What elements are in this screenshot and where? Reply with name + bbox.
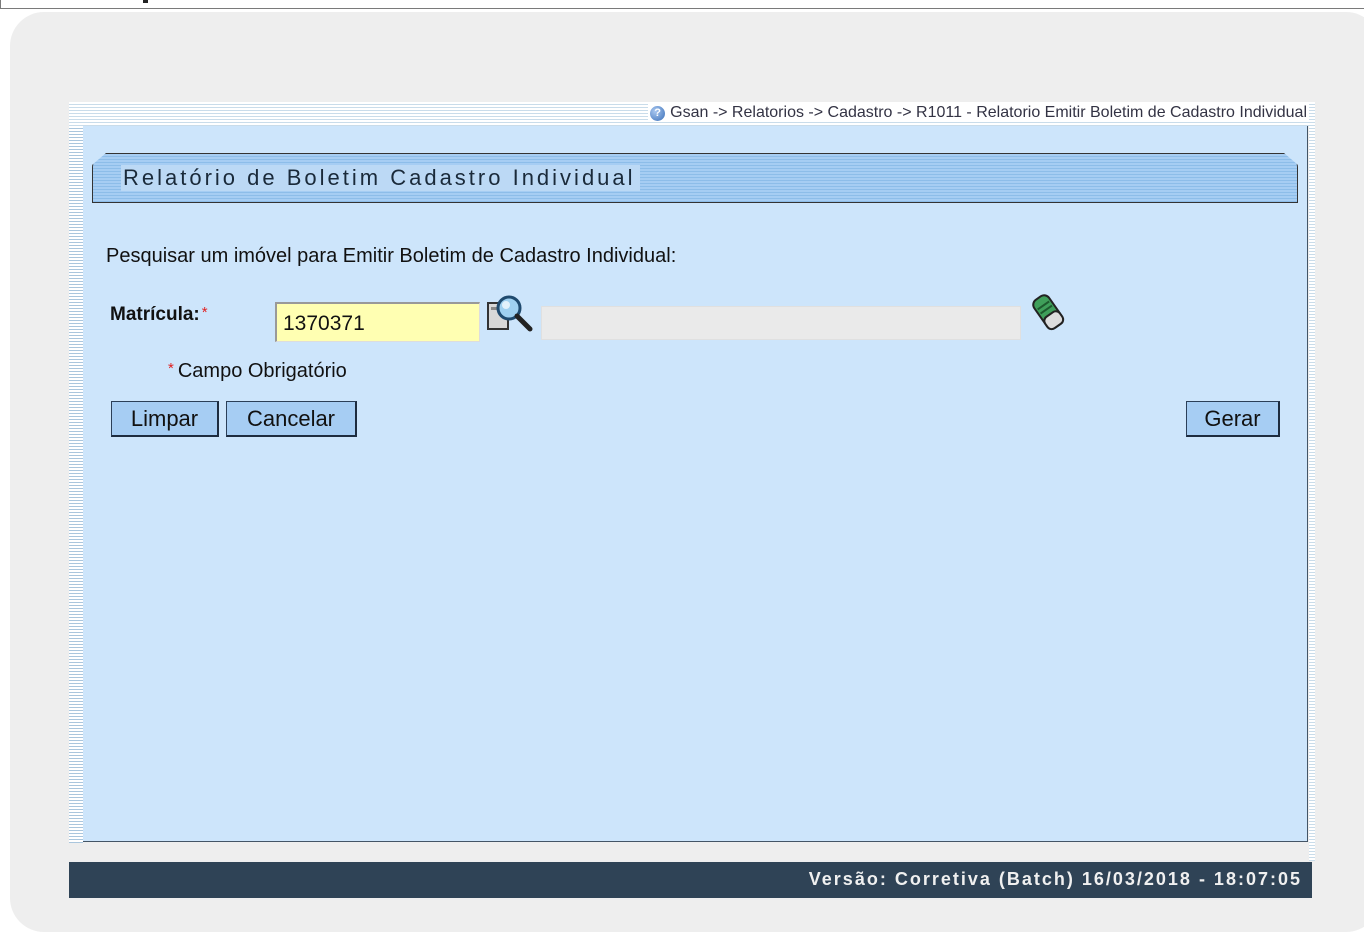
breadcrumb: ? Gsan -> Relatorios -> Cadastro -> R101… [648, 104, 1309, 122]
limpar-button[interactable]: Limpar [111, 401, 219, 437]
breadcrumb-bar: ? Gsan -> Relatorios -> Cadastro -> R101… [69, 102, 1315, 126]
required-marker: * [168, 360, 174, 377]
panel-title-tab: Relatório de Boletim Cadastro Individual [92, 153, 1298, 203]
matricula-input[interactable]: 1370371 [275, 302, 480, 342]
gerar-button[interactable]: Gerar [1186, 401, 1280, 437]
search-prompt: Pesquisar um imóvel para Emitir Boletim … [106, 245, 677, 267]
version-text: Versão: Corretiva (Batch) 16/03/2018 - 1… [808, 869, 1302, 889]
panel-left-stripes [69, 126, 83, 843]
required-marker: * [201, 304, 208, 321]
help-icon[interactable]: ? [650, 105, 666, 121]
matricula-label-text: Matrícula: [110, 304, 200, 325]
breadcrumb-text: Gsan -> Relatorios -> Cadastro -> R1011 … [670, 104, 1307, 121]
main-panel [83, 126, 1308, 842]
eraser-icon[interactable] [1028, 291, 1068, 333]
panel-right-stripes [1309, 126, 1315, 861]
required-field-note: * Campo Obrigatório [168, 360, 347, 383]
top-window-frame [0, 0, 1364, 9]
cancelar-button[interactable]: Cancelar [226, 401, 357, 437]
version-footer: Versão: Corretiva (Batch) 16/03/2018 - 1… [69, 862, 1312, 898]
frame-fragment [143, 0, 148, 3]
imovel-description-field [541, 306, 1021, 340]
page-title: Relatório de Boletim Cadastro Individual [121, 165, 640, 191]
search-icon[interactable] [485, 293, 535, 333]
matricula-label: Matrícula: * [110, 304, 208, 326]
required-note-text: Campo Obrigatório [177, 360, 347, 382]
frame-left-edge [0, 0, 1, 8]
